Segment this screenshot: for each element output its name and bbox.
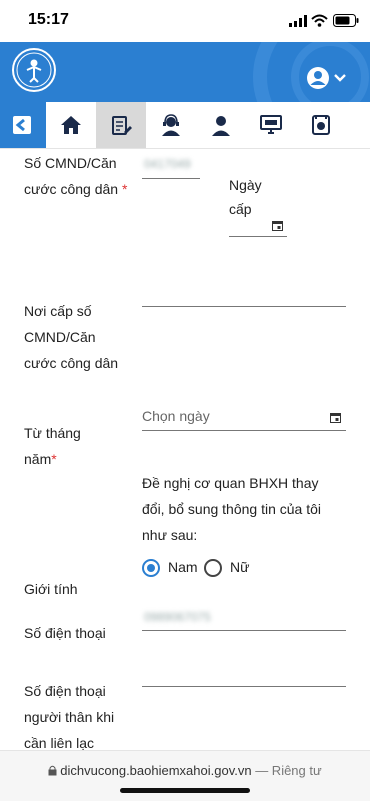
status-bar: 15:17 bbox=[0, 0, 370, 42]
browser-url-bar[interactable]: dichvucong.baohiemxahoi.gov.vn — Riêng t… bbox=[0, 750, 370, 801]
lock-icon bbox=[48, 765, 57, 776]
gender-option-male: Nam bbox=[168, 559, 198, 575]
gender-radio-male[interactable] bbox=[142, 559, 160, 577]
support-agent-icon bbox=[162, 114, 180, 136]
tab-media[interactable] bbox=[296, 102, 346, 148]
issue-date-input[interactable] bbox=[229, 236, 287, 237]
computer-icon bbox=[260, 115, 282, 134]
relative-phone-input[interactable] bbox=[142, 686, 346, 687]
chevron-down-icon[interactable] bbox=[333, 73, 347, 83]
home-icon bbox=[61, 116, 81, 134]
issue-date-label-1: Ngày bbox=[229, 177, 262, 193]
media-icon bbox=[312, 115, 330, 135]
battery-icon bbox=[333, 14, 359, 27]
home-indicator bbox=[120, 788, 250, 793]
vss-logo-icon[interactable] bbox=[12, 48, 56, 92]
relative-phone-label: Số điện thoại người thân khi cần liên lạ… bbox=[24, 683, 115, 751]
issue-place-input[interactable] bbox=[142, 306, 346, 307]
from-month-input[interactable] bbox=[142, 430, 346, 431]
issue-place-label: Nơi cấp số CMND/Căn cước công dân bbox=[24, 303, 119, 371]
tab-consultant[interactable] bbox=[196, 102, 246, 148]
url-text: dichvucong.baohiemxahoi.gov.vn — Riêng t… bbox=[0, 763, 370, 778]
gender-radio-female[interactable] bbox=[204, 559, 222, 577]
gender-label: Giới tính bbox=[24, 581, 78, 597]
gender-option-female: Nữ bbox=[230, 559, 250, 575]
issue-date-label-2: cấp bbox=[229, 201, 252, 217]
calendar-icon[interactable] bbox=[330, 412, 341, 423]
from-month-label: Từ tháng năm* bbox=[24, 425, 81, 467]
id-number-input[interactable] bbox=[142, 178, 200, 179]
request-text: Đề nghị cơ quan BHXH thay đổi, bổ sung t… bbox=[142, 475, 322, 543]
user-circle-icon[interactable] bbox=[306, 66, 330, 90]
back-icon bbox=[13, 116, 31, 134]
header-pattern bbox=[253, 42, 369, 102]
form-edit-icon bbox=[112, 116, 132, 135]
tab-online-service[interactable] bbox=[246, 102, 296, 148]
app-header bbox=[0, 42, 370, 102]
id-number-value: 0417049 bbox=[144, 157, 191, 171]
consultant-icon bbox=[212, 116, 230, 136]
signal-icon bbox=[289, 15, 307, 27]
phone-label: Số điện thoại bbox=[24, 625, 106, 641]
toolbar bbox=[0, 102, 370, 149]
calendar-icon[interactable] bbox=[272, 220, 283, 231]
tab-support[interactable] bbox=[146, 102, 196, 148]
from-month-placeholder: Chọn ngày bbox=[142, 408, 210, 424]
collapse-menu-button[interactable] bbox=[0, 102, 46, 148]
tab-forms[interactable] bbox=[96, 102, 146, 148]
phone-value: 0989067075 bbox=[144, 610, 211, 624]
tab-home[interactable] bbox=[46, 102, 96, 148]
id-number-label: Số CMND/Căn cước công dân * bbox=[24, 155, 128, 197]
url-domain: dichvucong.baohiemxahoi.gov.vn bbox=[60, 763, 252, 778]
phone-input[interactable] bbox=[142, 630, 346, 631]
wifi-icon bbox=[311, 14, 328, 27]
status-time: 15:17 bbox=[28, 11, 69, 28]
private-mode-label: — Riêng tư bbox=[251, 763, 322, 778]
